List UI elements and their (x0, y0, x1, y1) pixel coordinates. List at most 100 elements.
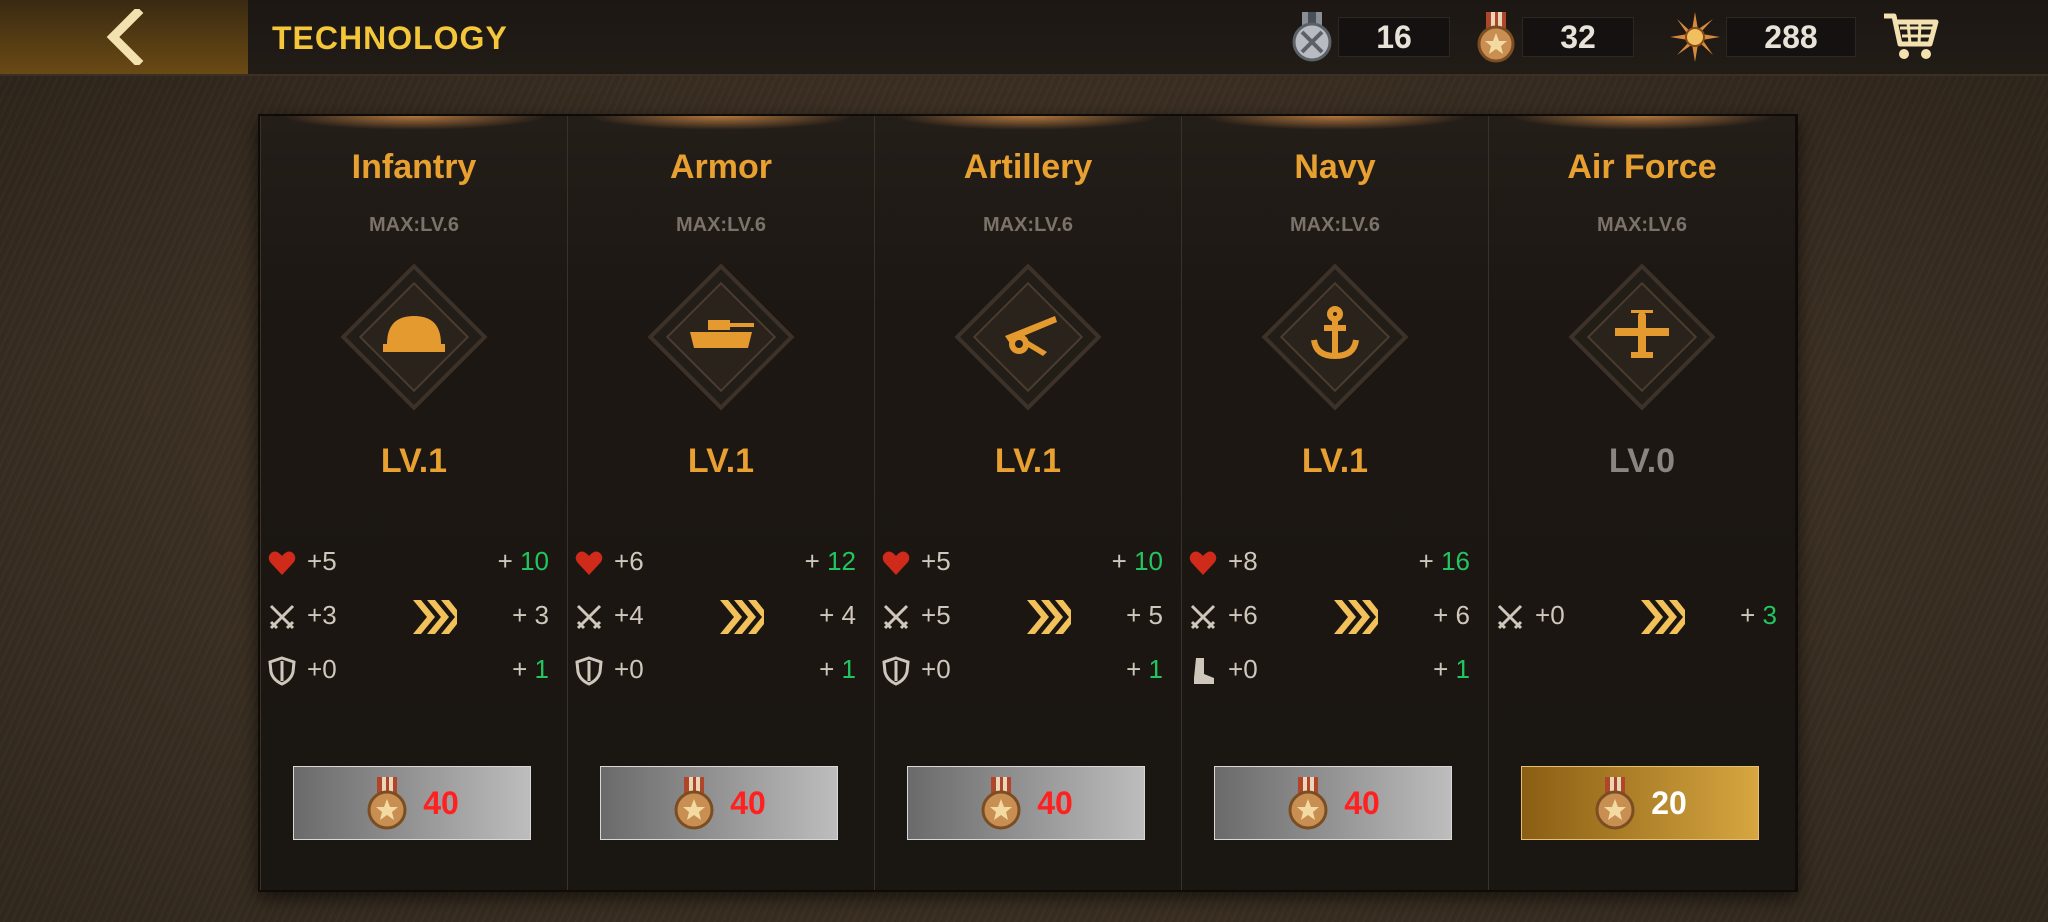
stat-row-attack: +3 + 3 (261, 600, 567, 634)
stat-next: + 4 (819, 600, 856, 630)
stat-row-attack: +6 + 6 (1182, 600, 1488, 634)
max-level-label: MAX:LV.6 (368, 214, 460, 236)
swords-icon (1497, 604, 1523, 630)
back-button[interactable] (0, 0, 248, 74)
cart-icon (1884, 13, 1939, 59)
panel-title: Infantry (351, 148, 477, 186)
upgrade-button[interactable]: 40 (600, 766, 838, 840)
shield-icon (575, 656, 603, 686)
sunburst-medal-count: 288 (1726, 17, 1856, 57)
shield-icon (268, 656, 296, 686)
bronze-medal-count: 32 (1522, 17, 1634, 57)
stat-row-hp: +6 + 12 (568, 546, 874, 580)
stat-next: + 3 (512, 600, 549, 630)
currency-silver: 16 (1290, 12, 1450, 62)
panel-title: Artillery (963, 148, 1093, 186)
panel-infantry: Infantry MAX:LV.6 LV.1 +5 + 10 +3 + 3 +0… (260, 116, 568, 890)
stat-current: +0 (307, 654, 337, 684)
diamond-frame (1261, 263, 1409, 411)
level-label: LV.1 (380, 442, 448, 480)
max-level-label: MAX:LV.6 (982, 214, 1074, 236)
panel-artillery: Artillery MAX:LV.6 LV.1 +5 + 10 +5 + 5 +… (874, 116, 1182, 890)
upgrade-cost: 40 (1344, 784, 1380, 821)
diamond-frame (1568, 263, 1716, 411)
bronze-medal-icon (1288, 777, 1328, 830)
upgrade-button[interactable]: 40 (907, 766, 1145, 840)
upgrade-arrow-icon (413, 600, 457, 634)
stat-current: +0 (1228, 654, 1258, 684)
stat-next: + 1 (1433, 654, 1470, 684)
unit-emblem[interactable] (1557, 252, 1727, 422)
panel-glow (281, 116, 547, 130)
swords-icon (883, 604, 909, 630)
swords-icon (576, 604, 602, 630)
stat-next: + 5 (1126, 600, 1163, 630)
boot-icon (1194, 658, 1214, 684)
panel-title: Navy (1294, 148, 1376, 186)
shield-icon (882, 656, 910, 686)
upgrade-cost: 40 (423, 784, 459, 821)
max-level-label: MAX:LV.6 (1596, 214, 1688, 236)
stat-next: + 1 (819, 654, 856, 684)
stat-current: +0 (1535, 600, 1565, 630)
stat-current: +5 (307, 546, 337, 576)
stat-current: +0 (614, 654, 644, 684)
bronze-medal-icon (981, 777, 1021, 830)
unit-emblem[interactable] (636, 252, 806, 422)
stat-row-attack: +0 + 3 (1489, 600, 1795, 634)
panel-armor: Armor MAX:LV.6 LV.1 +6 + 12 +4 + 4 +0 + … (567, 116, 875, 890)
top-bar: TECHNOLOGY 16 32 288 (0, 0, 2048, 76)
stat-row-defense: +0 + 1 (568, 654, 874, 688)
stat-row-defense: +0 + 1 (261, 654, 567, 688)
upgrade-button[interactable]: 40 (1214, 766, 1452, 840)
heart-icon (268, 551, 296, 575)
upgrade-arrow-icon (1641, 600, 1685, 634)
heart-icon (882, 551, 910, 575)
panel-title: Air Force (1567, 148, 1717, 186)
back-arrow-icon (106, 9, 144, 65)
unit-emblem[interactable] (943, 252, 1113, 422)
page-title: TECHNOLOGY (272, 20, 508, 56)
max-level-label: MAX:LV.6 (1289, 214, 1381, 236)
panel-title: Armor (669, 148, 773, 186)
upgrade-button[interactable]: 20 (1521, 766, 1759, 840)
upgrade-cost: 40 (730, 784, 766, 821)
stat-next: + 16 (1418, 546, 1470, 576)
sunburst-medal-icon (1670, 12, 1720, 62)
currency-sunburst: 288 (1668, 12, 1856, 62)
swords-icon (269, 604, 295, 630)
max-level-label: MAX:LV.6 (675, 214, 767, 236)
stat-next: + 10 (1111, 546, 1163, 576)
stat-current: +8 (1228, 546, 1258, 576)
unit-emblem[interactable] (1250, 252, 1420, 422)
upgrade-arrow-icon (1334, 600, 1378, 634)
stat-next: + 10 (497, 546, 549, 576)
unit-emblem[interactable] (329, 252, 499, 422)
upgrade-cost: 40 (1037, 784, 1073, 821)
swords-icon (1190, 604, 1216, 630)
panel-glow (895, 116, 1161, 130)
stat-current: +5 (921, 600, 951, 630)
bronze-medal-icon (1477, 12, 1515, 63)
heart-icon (1189, 551, 1217, 575)
stat-next: + 1 (512, 654, 549, 684)
stat-row-attack: +5 + 5 (875, 600, 1181, 634)
stat-row-defense: +0 + 1 (875, 654, 1181, 688)
technology-panels: Infantry MAX:LV.6 LV.1 +5 + 10 +3 + 3 +0… (258, 114, 1798, 892)
level-label: LV.0 (1608, 442, 1676, 480)
bronze-medal-icon (367, 777, 407, 830)
stat-current: +3 (307, 600, 337, 630)
stat-current: +4 (614, 600, 644, 630)
bronze-medal-icon (674, 777, 714, 830)
stat-next: + 6 (1433, 600, 1470, 630)
shop-cart-button[interactable] (1880, 8, 1940, 64)
heart-icon (575, 551, 603, 575)
diamond-frame (340, 263, 488, 411)
stat-row-attack: +4 + 4 (568, 600, 874, 634)
stat-next: + 1 (1126, 654, 1163, 684)
upgrade-button[interactable]: 40 (293, 766, 531, 840)
upgrade-arrow-icon (720, 600, 764, 634)
diamond-frame (647, 263, 795, 411)
panel-glow (1509, 116, 1775, 130)
diamond-frame (954, 263, 1102, 411)
